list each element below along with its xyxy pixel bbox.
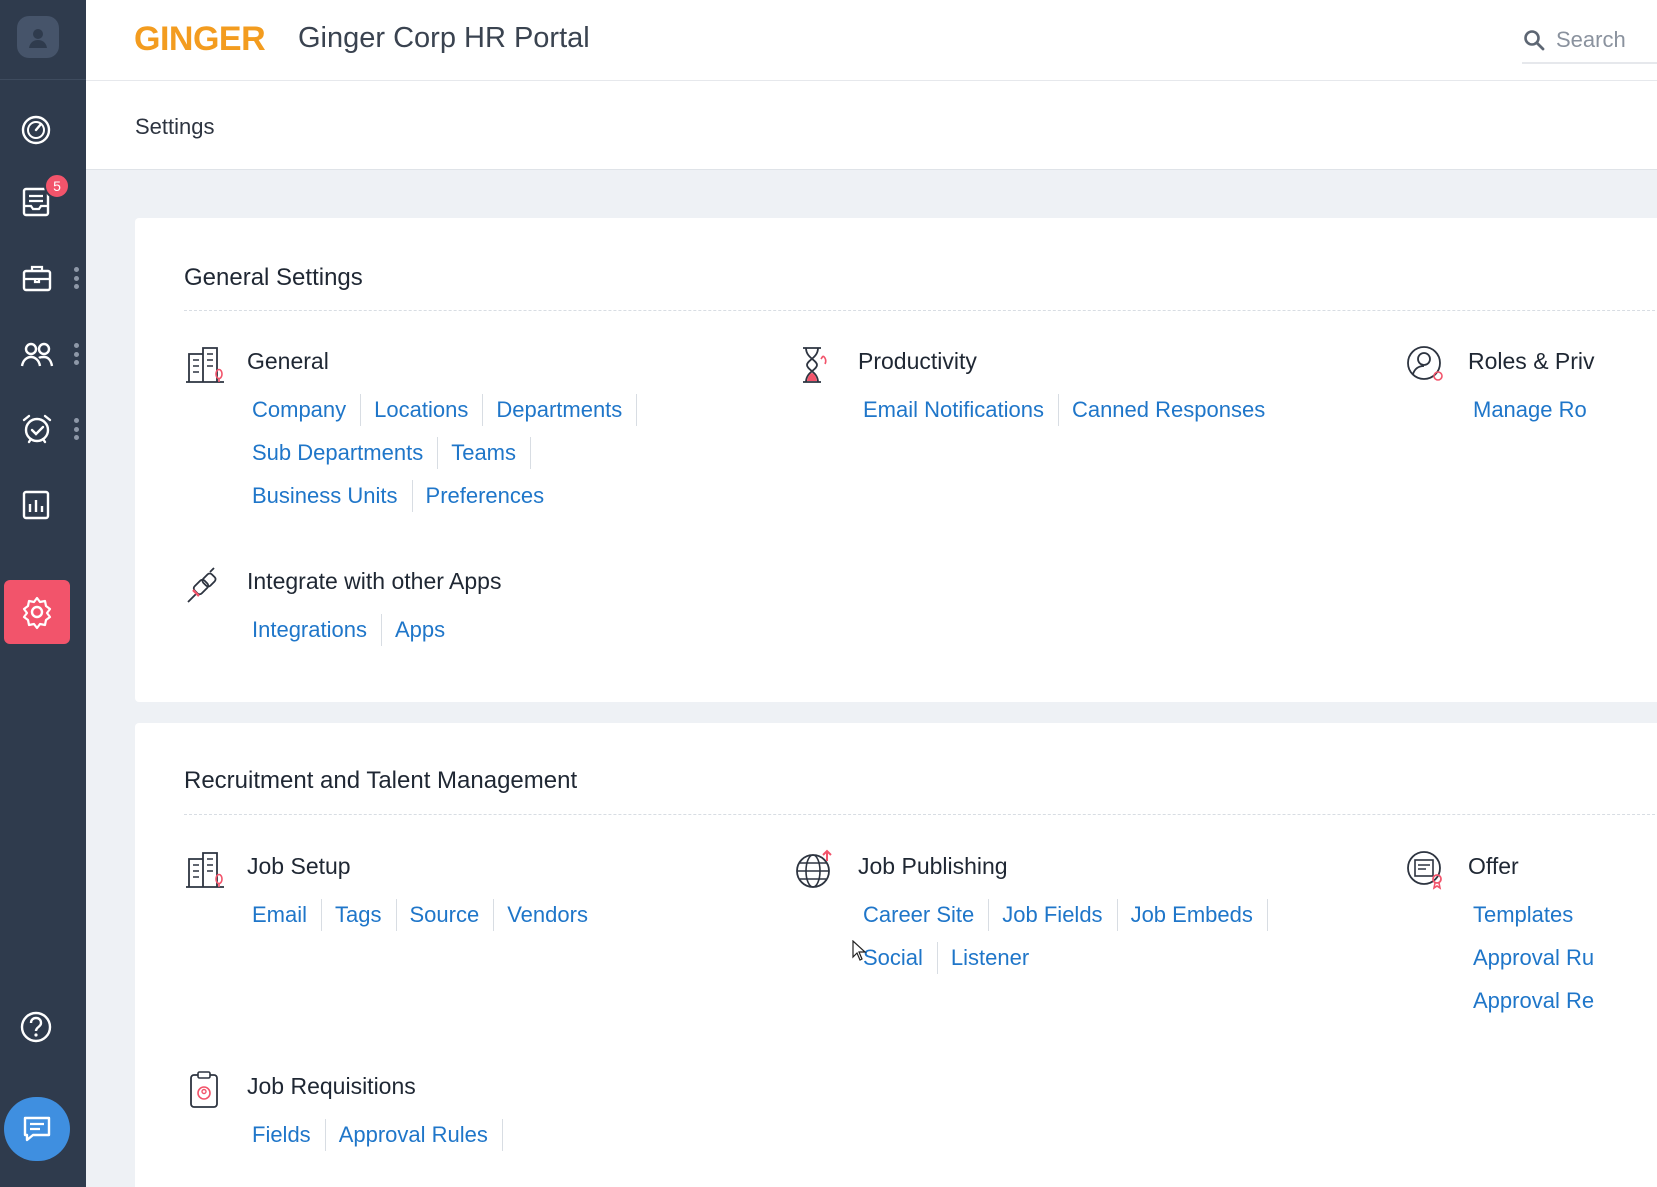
link-approval-rules[interactable]: Approval Ru xyxy=(1468,942,1608,974)
card-title: General Settings xyxy=(184,264,363,291)
page-title: Settings xyxy=(135,114,215,139)
link-locations[interactable]: Locations xyxy=(361,393,484,426)
alarm-icon xyxy=(22,414,52,444)
people-icon xyxy=(20,342,54,367)
link-group: Career Site Job Fields Job Embeds Social… xyxy=(858,893,1268,979)
avatar[interactable] xyxy=(17,16,59,58)
link-manage-roles[interactable]: Manage Ro xyxy=(1468,394,1601,426)
link-approval-rules[interactable]: Approval Rules xyxy=(326,1118,503,1151)
link-group: Manage Ro xyxy=(1468,388,1601,431)
link-group: Integrations Apps xyxy=(247,608,459,651)
user-icon xyxy=(29,29,47,48)
link-source[interactable]: Source xyxy=(397,898,495,931)
gear-icon xyxy=(22,596,52,630)
link-listener[interactable]: Listener xyxy=(938,942,1043,974)
link-email-notifications[interactable]: Email Notifications xyxy=(858,393,1059,426)
divider xyxy=(184,310,1657,311)
top-header: GINGER Ginger Corp HR Portal Search xyxy=(86,0,1657,81)
link-job-fields[interactable]: Job Fields xyxy=(989,898,1118,931)
link-job-embeds[interactable]: Job Embeds xyxy=(1118,898,1268,931)
certificate-icon xyxy=(1407,851,1442,890)
link-group: Fields Approval Rules xyxy=(247,1113,503,1156)
sidebar-item-help[interactable] xyxy=(0,995,86,1059)
sidebar-top xyxy=(0,0,86,80)
card-title: Recruitment and Talent Management xyxy=(184,767,578,794)
section-title: Productivity xyxy=(858,348,977,374)
sidebar-item-tasks[interactable] xyxy=(0,397,86,461)
link-fields[interactable]: Fields xyxy=(247,1118,326,1151)
link-teams[interactable]: Teams xyxy=(438,436,531,469)
sidebar-item-reports[interactable] xyxy=(0,473,86,537)
sidebar-item-inbox[interactable] xyxy=(0,170,86,234)
building-icon xyxy=(186,347,224,383)
ginger-logo[interactable]: GINGER xyxy=(134,20,266,59)
recruitment-card: Recruitment and Talent Management Job Se… xyxy=(135,723,1657,1187)
link-sub-departments[interactable]: Sub Departments xyxy=(247,436,439,469)
sidebar: 5 xyxy=(0,0,86,1187)
section-title: Job Publishing xyxy=(858,853,1008,879)
hourglass-icon xyxy=(803,347,827,383)
notification-badge: 5 xyxy=(44,173,70,199)
link-email[interactable]: Email xyxy=(247,898,323,931)
link-departments[interactable]: Departments xyxy=(483,393,638,426)
globe-upload-icon xyxy=(796,849,832,888)
link-preferences[interactable]: Preferences xyxy=(413,480,559,512)
dashboard-icon xyxy=(21,115,51,145)
link-approval-requests[interactable]: Approval Re xyxy=(1468,985,1608,1017)
chat-button[interactable] xyxy=(4,1097,70,1161)
clipboard-icon xyxy=(190,1071,218,1108)
help-icon xyxy=(20,1011,52,1043)
sidebar-item-candidates[interactable] xyxy=(0,322,86,386)
link-social[interactable]: Social xyxy=(858,941,938,974)
general-settings-card: General Settings General Company Locatio… xyxy=(135,218,1657,702)
search-box[interactable]: Search xyxy=(1522,18,1657,64)
mouse-cursor-icon xyxy=(852,940,867,961)
app-title: Ginger Corp HR Portal xyxy=(298,22,590,54)
link-business-units[interactable]: Business Units xyxy=(247,479,413,512)
link-apps[interactable]: Apps xyxy=(382,614,459,646)
bar-chart-icon xyxy=(22,490,50,520)
chat-icon xyxy=(23,1116,51,1142)
sidebar-item-settings[interactable] xyxy=(4,580,70,644)
building-icon xyxy=(186,852,224,888)
link-tags[interactable]: Tags xyxy=(322,898,397,931)
link-career-site[interactable]: Career Site xyxy=(858,898,990,931)
sidebar-item-jobs[interactable] xyxy=(0,246,86,310)
search-icon xyxy=(1524,30,1545,51)
section-title: Job Requisitions xyxy=(247,1073,416,1099)
link-vendors[interactable]: Vendors xyxy=(494,899,602,931)
sidebar-item-dashboard[interactable] xyxy=(0,98,86,162)
page-header: Settings xyxy=(86,81,1657,170)
link-group: Templates Approval Ru Approval Re xyxy=(1468,893,1608,1022)
more-dots-icon[interactable] xyxy=(74,343,79,365)
more-dots-icon[interactable] xyxy=(74,267,79,289)
section-title: Roles & Priv xyxy=(1468,348,1595,374)
link-group: Email Notifications Canned Responses xyxy=(858,388,1279,431)
more-dots-icon[interactable] xyxy=(74,418,79,440)
divider xyxy=(184,814,1657,815)
user-role-icon xyxy=(1407,346,1443,381)
section-title: General xyxy=(247,348,329,374)
search-input[interactable]: Search xyxy=(1556,27,1626,53)
section-title: Offer xyxy=(1468,853,1519,879)
link-company[interactable]: Company xyxy=(247,393,362,426)
section-title: Integrate with other Apps xyxy=(247,568,502,594)
settings-content: General Settings General Company Locatio… xyxy=(86,170,1657,1187)
link-group: Company Locations Departments Sub Depart… xyxy=(247,388,638,517)
briefcase-icon xyxy=(22,265,52,292)
link-integrations[interactable]: Integrations xyxy=(247,613,382,646)
link-group: Email Tags Source Vendors xyxy=(247,893,602,936)
link-canned-responses[interactable]: Canned Responses xyxy=(1059,394,1279,426)
section-title: Job Setup xyxy=(247,853,351,879)
link-templates[interactable]: Templates xyxy=(1468,899,1587,931)
plug-icon xyxy=(187,567,217,603)
